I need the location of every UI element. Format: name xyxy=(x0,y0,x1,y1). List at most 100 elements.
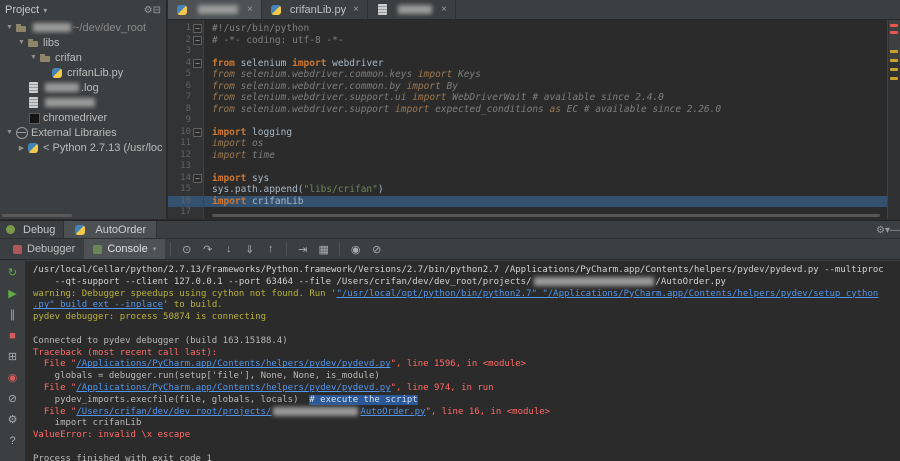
code-line[interactable]: from selenium import webdriver xyxy=(212,58,887,70)
console-link[interactable]: /Applications/PyCharm.app/Contents/helpe… xyxy=(76,383,390,393)
code-line[interactable]: sys.path.append("libs/crifan") xyxy=(212,184,887,196)
project-panel-title[interactable]: Project xyxy=(5,4,39,16)
error-stripe-mark[interactable] xyxy=(890,31,898,34)
view-breakpoints-icon[interactable]: ◉ xyxy=(345,243,366,256)
chevron-down-icon[interactable]: ▾ xyxy=(43,6,47,15)
error-stripe-mark[interactable] xyxy=(890,77,898,80)
tab-console[interactable]: Console ▾ xyxy=(84,239,166,259)
run-to-cursor-icon[interactable]: ⇥ xyxy=(292,243,313,256)
code-text: import xyxy=(212,138,253,149)
chevron-expanded-icon[interactable]: ▼ xyxy=(16,39,27,46)
line-number[interactable]: 6 xyxy=(168,81,203,93)
error-stripe-mark[interactable] xyxy=(890,24,898,27)
chevron-expanded-icon[interactable]: ▼ xyxy=(28,54,39,61)
console-link[interactable]: "/usr/local/opt/python/bin/python2.7" "/… xyxy=(336,289,878,299)
editor-code[interactable]: #!/usr/bin/python # -*- coding: utf-8 -*-… xyxy=(204,20,887,219)
chevron-expanded-icon[interactable]: ▼ xyxy=(4,24,15,31)
error-stripe-mark[interactable] xyxy=(890,68,898,71)
force-step-into-icon[interactable]: ⇓ xyxy=(239,243,260,256)
chevron-expanded-icon[interactable]: ▼ xyxy=(4,129,15,136)
tree-item-folder-crifan[interactable]: ▼ crifan xyxy=(0,50,166,65)
chevron-down-icon[interactable]: ▾ xyxy=(153,245,157,253)
mute-breakpoints-icon[interactable]: ⊘ xyxy=(366,243,387,256)
show-execution-point-icon[interactable]: ⊙ xyxy=(176,243,197,256)
session-tab-autoorder[interactable]: AutoOrder xyxy=(63,221,158,238)
line-number[interactable]: 12 xyxy=(168,150,203,162)
close-icon[interactable]: × xyxy=(353,4,359,15)
code-line[interactable]: from selenium.webdriver.support import e… xyxy=(212,104,887,116)
settings-icon[interactable]: ⚙ xyxy=(5,412,21,428)
tree-item-file-crifanlib[interactable]: crifanLib.py xyxy=(0,65,166,80)
console-link[interactable]: AutoOrder.py xyxy=(360,407,425,417)
line-number[interactable]: 3 xyxy=(168,46,203,58)
error-stripe[interactable] xyxy=(887,20,900,219)
step-into-icon[interactable]: ↓ xyxy=(218,243,239,255)
view-breakpoints-icon[interactable]: ◉ xyxy=(5,370,21,386)
hide-panel-icon[interactable]: — xyxy=(890,225,900,236)
code-line[interactable]: import sys xyxy=(212,173,887,185)
tree-item-python-sdk[interactable]: ▶ < Python 2.7.13 (/usr/loc xyxy=(0,140,166,155)
line-number[interactable]: 13 xyxy=(168,161,203,173)
help-icon[interactable]: ? xyxy=(5,433,21,449)
line-number[interactable]: 11 xyxy=(168,138,203,150)
editor-tab-autoorder[interactable]: × xyxy=(168,0,262,19)
editor-tab-redacted[interactable]: × xyxy=(368,0,456,19)
code-line[interactable] xyxy=(212,46,887,58)
pause-icon[interactable]: ∥ xyxy=(5,307,21,323)
settings-gear-icon[interactable]: ⚙ xyxy=(144,5,153,16)
code-line[interactable]: import time xyxy=(212,150,887,162)
close-icon[interactable]: × xyxy=(441,4,447,15)
line-number[interactable]: 7 xyxy=(168,92,203,104)
line-number[interactable]: 16 xyxy=(168,196,203,208)
debug-console[interactable]: /usr/local/Cellar/python/2.7.13/Framewor… xyxy=(26,261,900,461)
tree-item-project-root[interactable]: ▼ ~/dev/dev_root xyxy=(0,20,166,35)
console-link[interactable]: /Users/crifan/dev/dev_root/projects/ xyxy=(76,407,271,417)
rerun-icon[interactable]: ↻ xyxy=(5,265,21,281)
code-line[interactable]: import os xyxy=(212,138,887,150)
restore-layout-icon[interactable]: ⊞ xyxy=(5,349,21,365)
tree-item-external-libraries[interactable]: ▼ External Libraries xyxy=(0,125,166,140)
line-number[interactable]: 15 xyxy=(168,184,203,196)
tree-item-file-chromedriver[interactable]: chromedriver xyxy=(0,110,166,125)
code-line[interactable]: from selenium.webdriver.common.by import… xyxy=(212,81,887,93)
editor-tab-crifanlib[interactable]: crifanLib.py × xyxy=(262,0,368,19)
fold-marker-icon[interactable]: − xyxy=(193,58,202,68)
step-over-icon[interactable]: ↷ xyxy=(197,243,218,256)
console-link[interactable]: .py" build_ext --inplace xyxy=(33,300,163,310)
mute-breakpoints-icon[interactable]: ⊘ xyxy=(5,391,21,407)
close-icon[interactable]: × xyxy=(247,4,253,15)
code-line[interactable]: import logging xyxy=(212,127,887,139)
tab-debugger[interactable]: Debugger xyxy=(4,239,84,259)
code-line[interactable] xyxy=(212,161,887,173)
error-stripe-mark[interactable] xyxy=(890,59,898,62)
fold-marker-icon[interactable]: − xyxy=(193,173,202,183)
project-horizontal-scrollbar[interactable] xyxy=(2,214,72,217)
code-line[interactable]: from selenium.webdriver.support.ui impor… xyxy=(212,92,887,104)
code-line[interactable]: from selenium.webdriver.common.keys impo… xyxy=(212,69,887,81)
editor-horizontal-scrollbar[interactable] xyxy=(212,214,880,217)
fold-marker-icon[interactable]: − xyxy=(193,127,202,137)
evaluate-expression-icon[interactable]: ▦ xyxy=(313,243,334,256)
project-header-icons: ⚙⊟ xyxy=(144,4,161,16)
fold-marker-icon[interactable]: − xyxy=(193,35,202,45)
code-line[interactable] xyxy=(212,115,887,127)
code-line[interactable]: #!/usr/bin/python xyxy=(212,23,887,35)
console-link[interactable]: /Applications/PyCharm.app/Contents/helpe… xyxy=(76,359,390,369)
resume-icon[interactable]: ▶ xyxy=(5,286,21,302)
code-line[interactable]: import crifanLib xyxy=(204,195,887,207)
chevron-collapsed-icon[interactable]: ▶ xyxy=(16,144,27,152)
tree-item-file-log[interactable]: .log xyxy=(0,80,166,95)
tree-item-file-redacted[interactable] xyxy=(0,95,166,110)
fold-marker-icon[interactable]: − xyxy=(193,24,202,33)
settings-gear-icon[interactable]: ⚙ xyxy=(876,225,885,236)
error-stripe-mark[interactable] xyxy=(890,50,898,53)
stop-icon[interactable]: ■ xyxy=(5,328,21,344)
line-number[interactable]: 17 xyxy=(168,207,203,219)
step-out-icon[interactable]: ↑ xyxy=(260,243,281,255)
line-number[interactable]: 9 xyxy=(168,115,203,127)
collapse-all-icon[interactable]: ⊟ xyxy=(153,5,161,16)
line-number[interactable]: 5 xyxy=(168,69,203,81)
code-line[interactable]: # -*- coding: utf-8 -*- xyxy=(212,35,887,47)
line-number[interactable]: 8 xyxy=(168,104,203,116)
tree-item-folder-libs[interactable]: ▼ libs xyxy=(0,35,166,50)
